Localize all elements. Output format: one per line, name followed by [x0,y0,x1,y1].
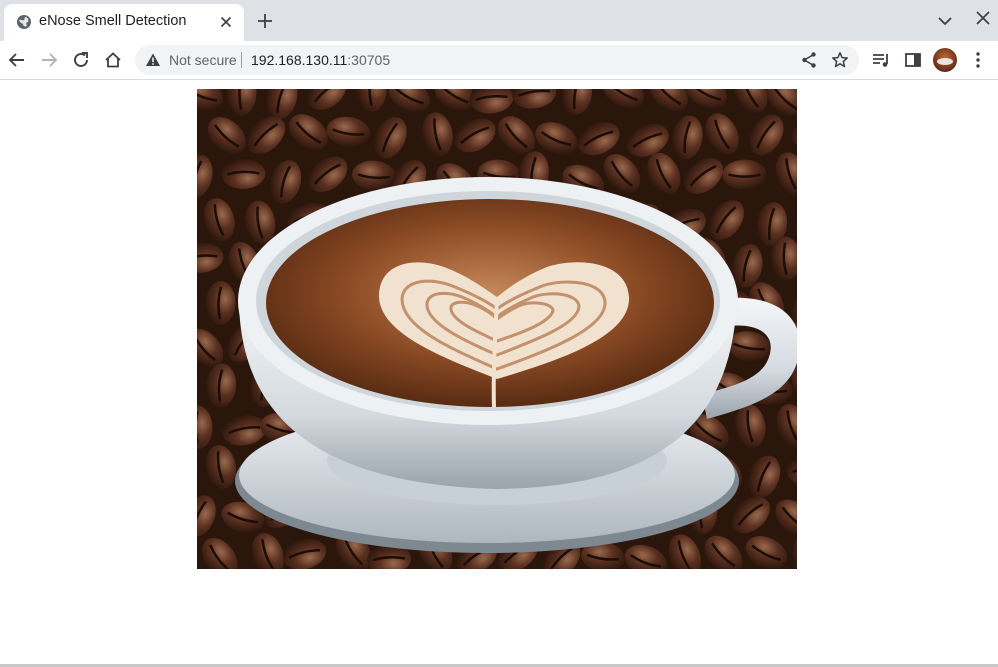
globe-icon [17,15,31,29]
back-arrow-icon[interactable] [6,49,28,71]
profile-avatar[interactable] [933,48,957,72]
url-host: 192.168.130.11 [251,52,348,68]
share-icon[interactable] [800,51,818,69]
browser-toolbar: Not secure 192.168.130.11:30705 [0,41,998,80]
bookmark-star-icon[interactable] [831,51,849,69]
address-bar[interactable]: Not secure 192.168.130.11:30705 [135,45,859,75]
new-tab-plus-icon[interactable] [255,11,275,31]
omnibox-divider [241,52,242,68]
warning-triangle-icon[interactable] [145,52,161,68]
media-control-icon[interactable] [870,49,892,71]
window-close-icon[interactable] [974,9,992,27]
tab-enose[interactable]: eNose Smell Detection [4,4,244,41]
tab-strip: eNose Smell Detection [0,0,998,41]
forward-arrow-icon[interactable] [38,49,60,71]
security-status-label[interactable]: Not secure [169,52,237,68]
page-content [0,81,998,667]
chevron-down-icon[interactable] [936,13,954,29]
url-text[interactable]: 192.168.130.11:30705 [251,52,390,68]
reload-icon[interactable] [70,49,92,71]
tab-title: eNose Smell Detection [39,13,187,29]
coffee-latte-image [197,89,797,569]
url-port: :30705 [347,52,391,68]
home-icon[interactable] [102,49,124,71]
side-panel-icon[interactable] [902,49,924,71]
close-icon[interactable] [218,14,234,30]
kebab-menu-icon[interactable] [967,49,989,71]
